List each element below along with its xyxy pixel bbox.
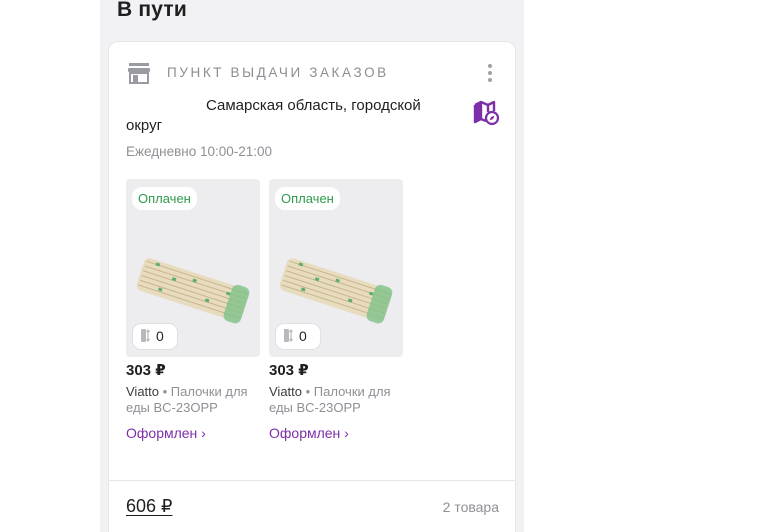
quantity-value: 0 — [299, 328, 307, 344]
product-brand: Viatto — [126, 384, 160, 399]
working-hours: Ежедневно 10:00-21:00 — [126, 144, 273, 159]
product-description: Viatto • Палочки для еды BC-23OPP — [126, 384, 260, 416]
quantity-icon — [141, 329, 150, 342]
address-line-2: округ — [126, 117, 163, 134]
pickup-point-title: ПУНКТ ВЫДАЧИ ЗАКАЗОВ — [167, 65, 389, 80]
address-line-1: Самарская область, городской — [206, 97, 421, 114]
product-card[interactable]: Оплачен 0 303 ₽ Viatto • Палочки для еды… — [126, 179, 260, 441]
quantity-badge: 0 — [276, 324, 320, 349]
section-title: В пути — [117, 0, 188, 21]
paid-status-badge: Оплачен — [275, 187, 340, 210]
product-price: 303 ₽ — [269, 362, 309, 379]
quantity-value: 0 — [156, 328, 164, 344]
product-image[interactable]: Оплачен 0 — [126, 179, 260, 357]
order-total[interactable]: 606 ₽ — [126, 496, 173, 517]
map-compass-icon[interactable] — [473, 100, 499, 126]
order-status-link[interactable]: Оформлен › — [269, 425, 403, 441]
chopsticks-image — [136, 258, 250, 324]
more-vertical-icon[interactable] — [485, 62, 495, 84]
card-header: ПУНКТ ВЫДАЧИ ЗАКАЗОВ — [127, 62, 501, 86]
quantity-badge: 0 — [133, 324, 177, 349]
product-card[interactable]: Оплачен 0 303 ₽ Viatto • Палочки для еды… — [269, 179, 403, 441]
card-divider — [109, 480, 515, 481]
product-image[interactable]: Оплачен 0 — [269, 179, 403, 357]
quantity-icon — [284, 329, 293, 342]
product-brand: Viatto — [269, 384, 303, 399]
items-count: 2 товара — [442, 499, 499, 515]
store-icon — [128, 63, 150, 84]
chopsticks-image — [279, 258, 393, 324]
paid-status-badge: Оплачен — [132, 187, 197, 210]
product-description: Viatto • Палочки для еды BC-23OPP — [269, 384, 403, 416]
product-price: 303 ₽ — [126, 362, 166, 379]
brand-separator: • — [159, 384, 171, 399]
order-status-link[interactable]: Оформлен › — [126, 425, 260, 441]
pickup-address: Самарская область, городской округ — [126, 96, 456, 136]
brand-separator: • — [302, 384, 314, 399]
pickup-order-card: ПУНКТ ВЫДАЧИ ЗАКАЗОВ Самарская область, … — [108, 41, 516, 532]
